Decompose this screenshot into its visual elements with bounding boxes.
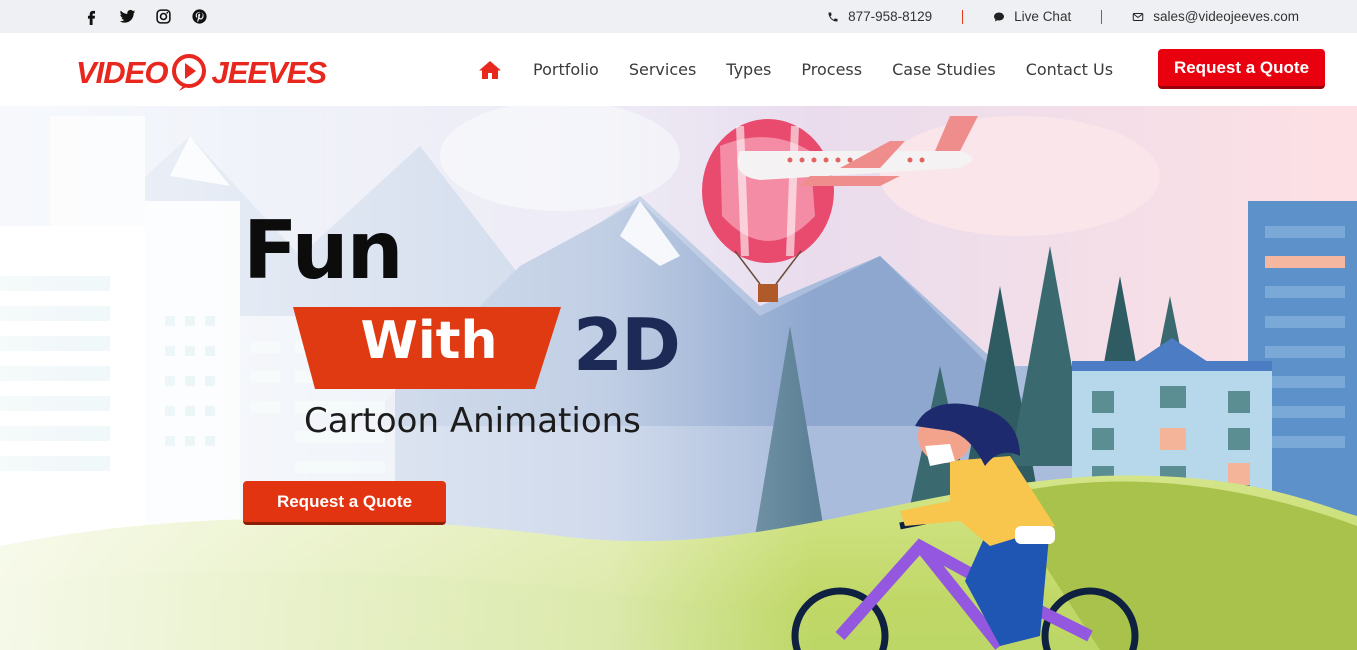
hero-heading-with: With bbox=[360, 311, 498, 371]
hero-banner: Fun With 2D Cartoon Animations Request a… bbox=[0, 106, 1357, 650]
pinterest-icon[interactable] bbox=[188, 5, 210, 27]
divider bbox=[1101, 9, 1103, 24]
live-chat-link[interactable]: Live Chat bbox=[993, 9, 1071, 24]
email-address: sales@videojeeves.com bbox=[1153, 9, 1299, 24]
main-header: VIDEO JEEVES Portfolio Services Types Pr… bbox=[0, 33, 1357, 106]
social-links bbox=[80, 5, 210, 27]
request-quote-button[interactable]: Request a Quote bbox=[1158, 49, 1325, 89]
hero-heading-2d: 2D bbox=[573, 303, 681, 387]
contact-info: 877-958-8129 Live Chat sales@videojeeves… bbox=[827, 0, 1299, 33]
phone-icon bbox=[828, 12, 838, 21]
nav-item-services[interactable]: Services bbox=[614, 60, 711, 79]
divider bbox=[962, 9, 964, 24]
site-logo[interactable]: VIDEO JEEVES bbox=[76, 49, 338, 95]
logo-text-left: VIDEO bbox=[76, 54, 168, 90]
phone-number: 877-958-8129 bbox=[848, 9, 933, 24]
main-nav: Portfolio Services Types Process Case St… bbox=[476, 33, 1128, 106]
chat-bubble-icon bbox=[994, 12, 1005, 21]
phone-link[interactable]: 877-958-8129 bbox=[827, 9, 932, 24]
hero-request-quote-button[interactable]: Request a Quote bbox=[243, 481, 446, 525]
facebook-icon[interactable] bbox=[80, 5, 102, 27]
instagram-icon[interactable] bbox=[152, 5, 174, 27]
nav-item-contact-us[interactable]: Contact Us bbox=[1011, 60, 1128, 79]
live-chat-label: Live Chat bbox=[1014, 9, 1072, 24]
twitter-icon[interactable] bbox=[116, 5, 138, 27]
nav-item-types[interactable]: Types bbox=[711, 60, 786, 79]
hero-heading-fun: Fun bbox=[243, 204, 404, 297]
envelope-icon bbox=[1132, 12, 1144, 21]
play-button-icon bbox=[172, 54, 207, 91]
logo-text-right: JEEVES bbox=[211, 54, 327, 90]
nav-item-portfolio[interactable]: Portfolio bbox=[518, 60, 614, 79]
hero-heading-with-banner: With bbox=[293, 307, 561, 389]
home-icon[interactable] bbox=[476, 56, 504, 84]
top-bar: 877-958-8129 Live Chat sales@videojeeves… bbox=[0, 0, 1357, 33]
hero-subtitle: Cartoon Animations bbox=[304, 401, 641, 441]
nav-item-process[interactable]: Process bbox=[786, 60, 877, 79]
nav-item-case-studies[interactable]: Case Studies bbox=[877, 60, 1011, 79]
email-link[interactable]: sales@videojeeves.com bbox=[1132, 9, 1299, 24]
